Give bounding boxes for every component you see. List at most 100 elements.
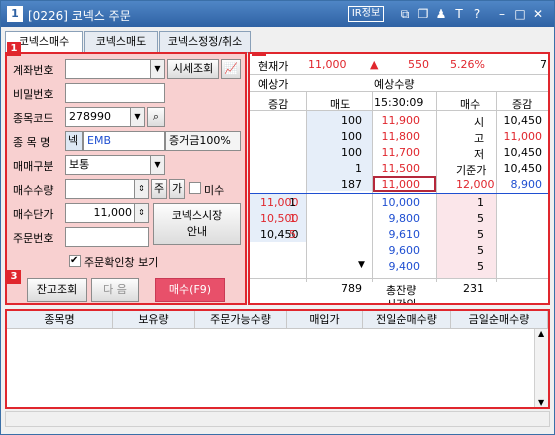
uncollected-label: 미수 [204,184,225,197]
buy-button[interactable]: 매수(F9) [155,278,225,302]
next-button[interactable]: 다 음 [91,278,139,302]
market-guide-button[interactable]: 코넥스시장 안내 [153,203,241,245]
price-input[interactable]: 11,000 ⇕ [65,203,149,223]
scroll-down-icon[interactable]: ▼ [538,398,544,407]
expected-price-label: 예상가 [258,78,289,91]
bid-price[interactable]: 9,610 [389,228,421,241]
price-change: 550 [408,58,429,71]
col-holding[interactable]: 보유량 [113,311,195,329]
name-label: 종 목 명 [13,136,51,149]
stepper-icon[interactable]: ⇕ [134,180,148,198]
badge-2: 2 [252,54,266,56]
ask-label: 고 [474,132,485,145]
col-today-net-buy[interactable]: 금일순매수량 [451,311,548,329]
ask-qty: 1 [355,162,362,175]
order-window: 1 [0226] 코넥스 주문 IR정보 ⧉ ❐ ♟ T ? – □ ✕ 코넥스… [0,0,555,435]
help-icon[interactable]: ? [470,6,484,22]
ask-qty: 100 [341,146,362,159]
bid-mid: 1 [289,212,296,225]
account-select[interactable]: ▼ [65,59,165,79]
ask-price[interactable]: 11,800 [382,130,421,143]
price-label: 매수단가 [13,208,54,221]
ask-price[interactable]: 11,000 [382,178,421,191]
qty-shares-button[interactable]: 주 [151,179,167,199]
title-bar: 1 [0226] 코넥스 주문 IR정보 ⧉ ❐ ♟ T ? – □ ✕ [1,1,554,27]
bid-qty: 5 [477,228,484,241]
order-no-input[interactable] [65,227,149,247]
ask-info: 10,450 [503,146,543,159]
search-icon[interactable]: ⌕ [147,107,165,127]
chevron-down-icon[interactable]: ▼ [150,156,164,174]
col-orderable[interactable]: 주문가능수량 [195,311,287,329]
current-price-label: 현재가 [258,60,289,73]
name-value: EMB [83,131,165,151]
bid-price[interactable]: 9,400 [389,260,421,273]
divider [496,92,497,282]
bid-qty: 5 [477,244,484,257]
ask-label: 기준가 [456,164,487,177]
balance-inquiry-button[interactable]: 잔고조회 [27,278,87,302]
bid-price[interactable]: 9,600 [389,244,421,257]
ask-price[interactable]: 11,900 [382,114,421,127]
current-price: 11,000 [308,58,347,71]
chevron-down-icon[interactable]: ▼ [130,108,144,126]
tab-modify-cancel[interactable]: 코넥스정정/취소 [159,31,251,53]
header-time: 15:30:09 [374,96,424,109]
horizontal-scrollbar[interactable] [5,411,550,427]
ir-info-button[interactable]: IR정보 [348,6,384,22]
badge-1: 1 [7,42,21,56]
stepper-icon[interactable]: ⇕ [134,204,148,222]
code-select[interactable]: 278990 ▼ [65,107,145,127]
copy-icon[interactable]: ❐ [416,6,430,22]
uncollected-checkbox[interactable] [189,182,201,194]
bid-price[interactable]: 10,000 [382,196,421,209]
price-lookup-button[interactable]: 시세조회 [167,59,219,79]
link-icon[interactable]: ⧉ [398,6,412,22]
maximize-icon[interactable]: □ [513,6,527,22]
col-stock-name[interactable]: 종목명 [7,311,113,329]
font-icon[interactable]: T [452,6,466,22]
trade-type-label: 매매구분 [13,160,54,173]
qty-input[interactable]: ⇕ [65,179,149,199]
confirm-checkbox[interactable]: ✔ [69,255,81,267]
ask-qty: 100 [341,130,362,143]
trade-type-select[interactable]: 보통 ▼ [65,155,165,175]
divider [250,278,548,279]
window-title: [0226] 코넥스 주문 [28,9,131,23]
order-entry-panel: 1 계좌번호 ▼ 시세조회 📈 비밀번호 종목코드 278990 ▼ ⌕ 종 목 … [5,42,247,305]
chart-icon[interactable]: 📈 [221,59,241,79]
order-tabs: 코넥스매수 코넥스매도 코넥스정정/취소 [5,31,251,53]
ask-label: 시 [474,116,485,129]
qty-amount-button[interactable]: 가 [169,179,185,199]
extra-value: 7 [540,58,547,71]
ask-qty: 100 [341,114,362,127]
window-number: 1 [7,6,23,22]
bid-price[interactable]: 9,800 [389,212,421,225]
pin-icon[interactable]: ♟ [434,6,448,22]
confirm-label: 주문확인창 보기 [84,256,159,269]
market-tag: 넥 [65,131,83,151]
col-purchase-price[interactable]: 매입가 [287,311,363,329]
divider [250,74,548,75]
col-prev-net-buy[interactable]: 전일순매수량 [363,311,451,329]
divider [250,110,548,111]
code-label: 종목코드 [13,112,54,125]
ask-price[interactable]: 11,500 [382,162,421,175]
bid-qty: 1 [477,196,484,209]
ask-info: 11,000 [503,130,543,143]
password-input[interactable] [65,83,165,103]
minimize-icon[interactable]: – [495,6,509,22]
up-arrow-icon: ▲ [370,58,379,71]
balance-grid: 종목명 보유량 주문가능수량 매입가 전일순매수량 금일순매수량 ▲ ▼ [5,309,550,409]
scroll-up-icon[interactable]: ▲ [538,329,544,338]
ask-qty: 187 [341,178,362,191]
vertical-scrollbar[interactable]: ▲ ▼ [534,329,548,407]
ask-price[interactable]: 11,700 [382,146,421,159]
badge-3: 3 [7,270,21,284]
tab-sell[interactable]: 코넥스매도 [84,31,158,53]
bid-qty: 5 [477,260,484,273]
chevron-down-icon[interactable]: ▼ [150,60,164,78]
scroll-down-icon[interactable]: ▼ [358,260,365,270]
close-icon[interactable]: ✕ [531,6,545,22]
after-hours-label: 시간외 [386,298,417,305]
